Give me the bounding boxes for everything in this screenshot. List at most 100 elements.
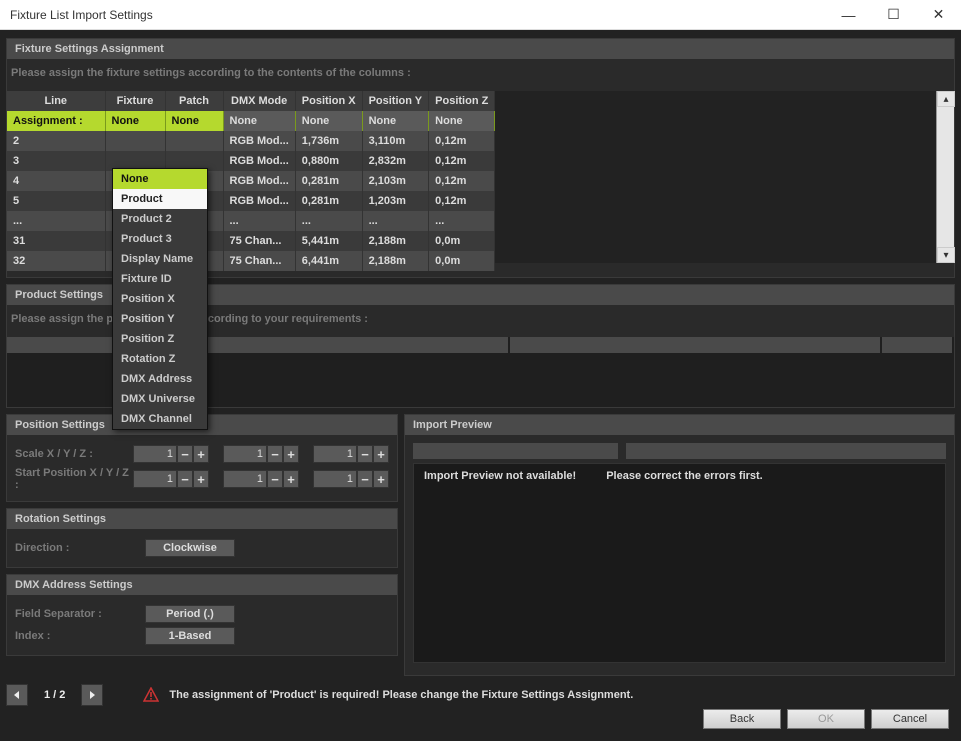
- scale-input-z[interactable]: [313, 445, 357, 463]
- assignment-fixture[interactable]: None: [105, 111, 165, 131]
- preview-col-right: [626, 443, 946, 459]
- next-page-button[interactable]: [81, 684, 103, 706]
- assignment-pz[interactable]: None: [429, 111, 495, 131]
- cell-pz: 0,0m: [429, 251, 495, 271]
- cell-dmx: ...: [223, 211, 295, 231]
- product-col-1: [7, 337, 508, 353]
- table-row[interactable]: 3275 Chan...6,441m2,188m0,0m: [7, 251, 495, 271]
- dropdown-item-none[interactable]: None: [113, 169, 207, 189]
- cell-fixture: [105, 131, 165, 151]
- cell-patch: [165, 131, 223, 151]
- start-position-increment-x[interactable]: +: [193, 470, 209, 488]
- dropdown-item-fixture-id[interactable]: Fixture ID: [113, 269, 207, 289]
- dropdown-item-dmx-channel[interactable]: DMX Channel: [113, 409, 207, 429]
- dropdown-item-display-name[interactable]: Display Name: [113, 249, 207, 269]
- table-row[interactable]: 5RGB Mod...0,281m1,203m0,12m: [7, 191, 495, 211]
- fixture-assignment-dropdown[interactable]: NoneProductProduct 2Product 3Display Nam…: [112, 168, 208, 430]
- fixture-settings-header: Fixture Settings Assignment: [7, 39, 954, 59]
- scale-increment-x[interactable]: +: [193, 445, 209, 463]
- col-patch: Patch: [165, 91, 223, 111]
- dropdown-item-position-y[interactable]: Position Y: [113, 309, 207, 329]
- scroll-down-icon[interactable]: ▾: [937, 247, 955, 263]
- index-label: Index :: [15, 630, 145, 642]
- col-posz: Position Z: [429, 91, 495, 111]
- dropdown-item-dmx-universe[interactable]: DMX Universe: [113, 389, 207, 409]
- dropdown-item-position-x[interactable]: Position X: [113, 289, 207, 309]
- table-header-row: Line Fixture Patch DMX Mode Position X P…: [7, 91, 495, 111]
- back-button[interactable]: Back: [703, 709, 781, 729]
- direction-label: Direction :: [15, 542, 145, 554]
- assignment-label: Assignment :: [7, 111, 105, 131]
- start-position-decrement-x[interactable]: −: [177, 470, 193, 488]
- start-position-decrement-z[interactable]: −: [357, 470, 373, 488]
- scale-input-x[interactable]: [133, 445, 177, 463]
- separator-dropdown[interactable]: Period (.): [145, 605, 235, 623]
- start-position-increment-z[interactable]: +: [373, 470, 389, 488]
- scale-input-y[interactable]: [223, 445, 267, 463]
- table-row[interactable]: ...............: [7, 211, 495, 231]
- table-row[interactable]: 3175 Chan...5,441m2,188m0,0m: [7, 231, 495, 251]
- rotation-settings-header: Rotation Settings: [7, 509, 397, 529]
- start-position-decrement-y[interactable]: −: [267, 470, 283, 488]
- warning-icon: [143, 687, 159, 703]
- table-row[interactable]: 2 RGB Mod...1,736m3,110m0,12m: [7, 131, 495, 151]
- col-posy: Position Y: [362, 91, 429, 111]
- import-preview-header: Import Preview: [405, 415, 954, 435]
- cell-px: 1,736m: [295, 131, 362, 151]
- window-title: Fixture List Import Settings: [10, 8, 153, 22]
- cell-px: 5,441m: [295, 231, 362, 251]
- assignment-patch[interactable]: None: [165, 111, 223, 131]
- cell-dmx: RGB Mod...: [223, 131, 295, 151]
- cell-py: 3,110m: [362, 131, 429, 151]
- dropdown-item-product-3[interactable]: Product 3: [113, 229, 207, 249]
- start-position-input-x[interactable]: [133, 470, 177, 488]
- dropdown-item-product[interactable]: Product: [113, 189, 207, 209]
- minimize-icon[interactable]: —: [826, 0, 871, 29]
- dropdown-item-rotation-z[interactable]: Rotation Z: [113, 349, 207, 369]
- direction-dropdown[interactable]: Clockwise: [145, 539, 235, 557]
- assignment-row: Assignment : None None None None None No…: [7, 111, 495, 131]
- assignment-dmx[interactable]: None: [223, 111, 295, 131]
- close-icon[interactable]: ✕: [916, 0, 961, 29]
- scroll-up-icon[interactable]: ▴: [937, 91, 955, 107]
- cell-line: ...: [7, 211, 105, 231]
- scale-decrement-y[interactable]: −: [267, 445, 283, 463]
- col-fixture: Fixture: [105, 91, 165, 111]
- cell-line: 32: [7, 251, 105, 271]
- cell-pz: 0,12m: [429, 131, 495, 151]
- cell-py: 2,188m: [362, 231, 429, 251]
- assignment-py[interactable]: None: [362, 111, 429, 131]
- ok-button[interactable]: OK: [787, 709, 865, 729]
- start-position-input-y[interactable]: [223, 470, 267, 488]
- index-dropdown[interactable]: 1-Based: [145, 627, 235, 645]
- cell-py: 2,103m: [362, 171, 429, 191]
- cell-px: ...: [295, 211, 362, 231]
- dropdown-item-position-z[interactable]: Position Z: [113, 329, 207, 349]
- cancel-button[interactable]: Cancel: [871, 709, 949, 729]
- dropdown-item-product-2[interactable]: Product 2: [113, 209, 207, 229]
- cell-px: 0,880m: [295, 151, 362, 171]
- start-position-input-z[interactable]: [313, 470, 357, 488]
- import-preview-panel: Import Preview Import Preview not availa…: [404, 414, 955, 676]
- start-position-increment-y[interactable]: +: [283, 470, 299, 488]
- scale-decrement-z[interactable]: −: [357, 445, 373, 463]
- scale-decrement-x[interactable]: −: [177, 445, 193, 463]
- col-posx: Position X: [295, 91, 362, 111]
- dropdown-item-dmx-address[interactable]: DMX Address: [113, 369, 207, 389]
- cell-line: 2: [7, 131, 105, 151]
- assignment-px[interactable]: None: [295, 111, 362, 131]
- table-row[interactable]: 4RGB Mod...0,281m2,103m0,12m: [7, 171, 495, 191]
- cell-pz: 0,0m: [429, 231, 495, 251]
- dmx-settings-header: DMX Address Settings: [7, 575, 397, 595]
- table-row[interactable]: 3RGB Mod...0,880m2,832m0,12m: [7, 151, 495, 171]
- prev-page-button[interactable]: [6, 684, 28, 706]
- cell-line: 31: [7, 231, 105, 251]
- product-col-3: [882, 337, 952, 353]
- scale-increment-y[interactable]: +: [283, 445, 299, 463]
- maximize-icon[interactable]: ☐: [871, 0, 916, 29]
- col-dmxmode: DMX Mode: [223, 91, 295, 111]
- rotation-settings-panel: Rotation Settings Direction : Clockwise: [6, 508, 398, 568]
- titlebar: Fixture List Import Settings — ☐ ✕: [0, 0, 961, 30]
- vertical-scrollbar[interactable]: ▴ ▾: [936, 91, 954, 263]
- scale-increment-z[interactable]: +: [373, 445, 389, 463]
